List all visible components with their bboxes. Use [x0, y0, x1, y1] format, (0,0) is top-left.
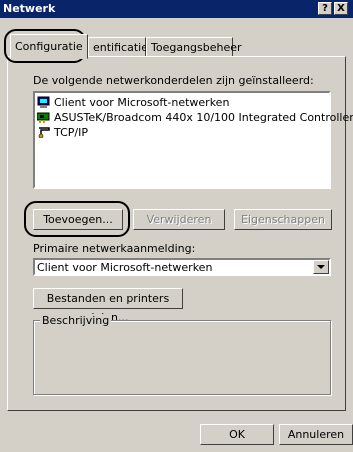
- primary-logon-label: Primaire netwerkaanmelding:: [33, 242, 196, 255]
- add-button-label: Toevoegen...: [43, 213, 113, 226]
- tab-toegangsbeheer[interactable]: Toegangsbeheer: [146, 37, 242, 57]
- tab-identificatie[interactable]: entificatie: [88, 37, 148, 57]
- add-button[interactable]: Toevoegen...: [33, 209, 123, 230]
- cancel-button[interactable]: Annuleren: [279, 424, 353, 445]
- help-button[interactable]: ?: [318, 2, 332, 15]
- tab-configuratie[interactable]: Configuratie: [10, 34, 88, 59]
- list-item-label: ASUSTeK/Broadcom 440x 10/100 Integrated …: [54, 110, 353, 124]
- properties-button-label: Eigenschappen: [241, 213, 325, 226]
- network-dialog: Netwerk ? X Configuratie entificatie Toe…: [0, 0, 353, 452]
- description-group-label: Beschrijving: [40, 314, 112, 327]
- description-group: [33, 320, 331, 395]
- remove-button[interactable]: Verwijderen: [133, 209, 225, 230]
- properties-button[interactable]: Eigenschappen: [234, 209, 332, 230]
- cancel-button-label: Annuleren: [287, 428, 345, 441]
- list-item[interactable]: Client voor Microsoft-netwerken: [37, 95, 229, 109]
- primary-logon-select[interactable]: Client voor Microsoft-netwerken: [33, 258, 331, 276]
- tab-configuratie-label: Configuratie: [15, 40, 83, 53]
- title-bar[interactable]: Netwerk ? X: [0, 0, 353, 18]
- window-title: Netwerk: [3, 2, 56, 15]
- list-item-label: Client voor Microsoft-netwerken: [54, 95, 230, 109]
- network-adapter-icon: [36, 111, 51, 123]
- remove-button-label: Verwijderen: [146, 213, 212, 226]
- close-button[interactable]: X: [334, 2, 348, 15]
- list-item-label: TCP/IP: [54, 125, 88, 139]
- primary-logon-value: Client voor Microsoft-netwerken: [37, 261, 213, 274]
- dropdown-button[interactable]: [313, 260, 329, 274]
- client-icon: [37, 96, 51, 108]
- tab-toegangsbeheer-label: Toegangsbeheer: [151, 41, 242, 54]
- components-label: De volgende netwerkonderdelen zijn geïns…: [33, 74, 314, 87]
- list-item[interactable]: ASUSTeK/Broadcom 440x 10/100 Integrated …: [36, 110, 353, 124]
- tab-identificatie-label: entificatie: [93, 41, 148, 54]
- chevron-down-icon: [317, 265, 325, 269]
- components-list[interactable]: Client voor Microsoft-netwerken ASUSTeK/…: [33, 91, 353, 189]
- file-print-sharing-button[interactable]: Bestanden en printers delen...: [33, 288, 183, 324]
- ok-button-label: OK: [229, 428, 245, 441]
- protocol-icon: [37, 126, 51, 139]
- list-item[interactable]: TCP/IP: [37, 125, 88, 139]
- ok-button[interactable]: OK: [200, 424, 274, 445]
